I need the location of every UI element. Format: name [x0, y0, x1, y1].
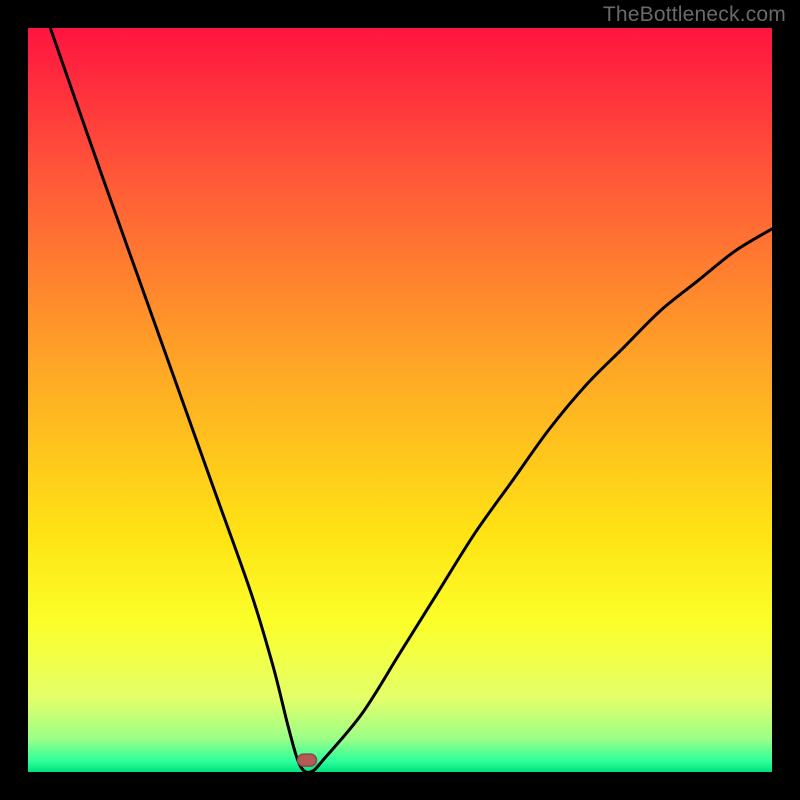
plot-area	[28, 28, 772, 772]
optimal-marker	[298, 754, 317, 766]
gradient-background	[28, 28, 772, 772]
watermark-label: TheBottleneck.com	[603, 3, 786, 27]
chart-frame: TheBottleneck.com	[0, 0, 800, 800]
chart-svg	[28, 28, 772, 772]
